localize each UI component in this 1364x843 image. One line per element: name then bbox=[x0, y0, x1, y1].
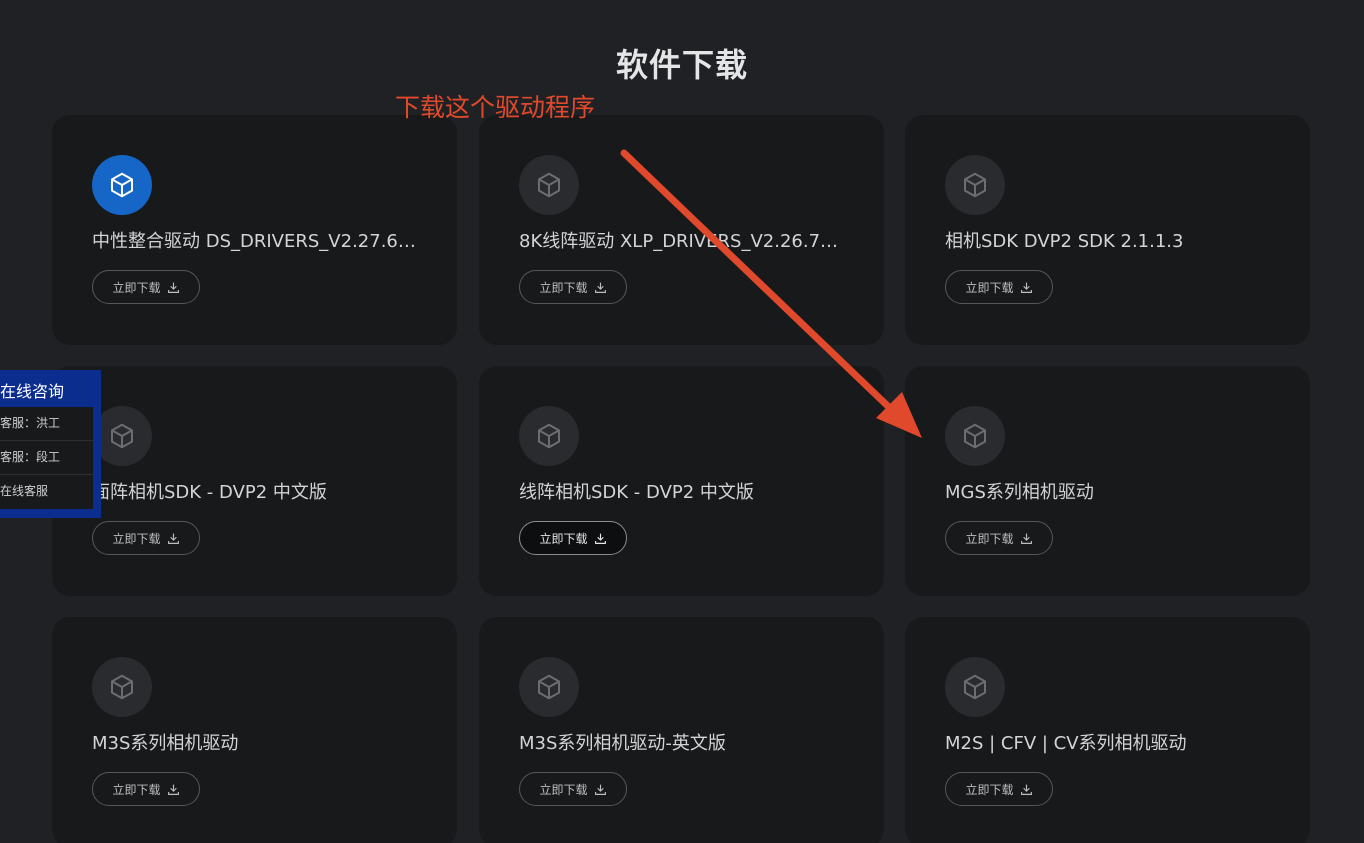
cube-icon bbox=[519, 155, 579, 215]
card-title: M3S系列相机驱动-英文版 bbox=[519, 733, 726, 754]
cube-icon bbox=[519, 406, 579, 466]
cube-icon bbox=[92, 406, 152, 466]
card-title: 线阵相机SDK - DVP2 中文版 bbox=[519, 482, 754, 503]
consult-item-online[interactable]: 在线客服 bbox=[0, 475, 93, 508]
download-card: M3S系列相机驱动-英文版 立即下载 bbox=[479, 617, 884, 843]
download-icon bbox=[1020, 784, 1032, 795]
online-consult-title: 在线咨询 bbox=[0, 382, 65, 401]
download-card: M2S | CFV | CV系列相机驱动 立即下载 bbox=[905, 617, 1310, 843]
download-button[interactable]: 立即下载 bbox=[519, 270, 627, 304]
download-button-label: 立即下载 bbox=[539, 531, 588, 546]
download-icon bbox=[1020, 533, 1032, 544]
download-button[interactable]: 立即下载 bbox=[945, 772, 1053, 806]
download-button-label: 立即下载 bbox=[965, 280, 1014, 295]
cube-icon bbox=[519, 657, 579, 717]
download-icon bbox=[167, 282, 179, 293]
download-icon bbox=[594, 784, 606, 795]
card-title: M2S | CFV | CV系列相机驱动 bbox=[945, 733, 1187, 754]
card-title: 面阵相机SDK - DVP2 中文版 bbox=[92, 482, 327, 503]
card-title: 相机SDK DVP2 SDK 2.1.1.3 bbox=[945, 231, 1184, 252]
cube-icon bbox=[92, 155, 152, 215]
download-page: 软件下载 中性整合驱动 DS_DRIVERS_V2.27.6… 立即下载 8K线… bbox=[0, 0, 1364, 843]
download-button-label: 立即下载 bbox=[965, 782, 1014, 797]
download-button[interactable]: 立即下载 bbox=[92, 772, 200, 806]
download-button-label: 立即下载 bbox=[965, 531, 1014, 546]
download-button-label: 立即下载 bbox=[539, 782, 588, 797]
download-card: 面阵相机SDK - DVP2 中文版 立即下载 bbox=[52, 366, 457, 596]
cube-icon bbox=[945, 657, 1005, 717]
download-card: MGS系列相机驱动 立即下载 bbox=[905, 366, 1310, 596]
page-title: 软件下载 bbox=[615, 46, 748, 84]
card-title: 8K线阵驱动 XLP_DRIVERS_V2.26.7… bbox=[519, 231, 839, 252]
download-button-label: 立即下载 bbox=[112, 531, 161, 546]
download-icon bbox=[594, 282, 606, 293]
download-button[interactable]: 立即下载 bbox=[92, 270, 200, 304]
download-card: 8K线阵驱动 XLP_DRIVERS_V2.26.7… 立即下载 bbox=[479, 115, 884, 345]
download-icon bbox=[594, 533, 606, 544]
consult-item-duan[interactable]: 客服：段工 bbox=[0, 441, 93, 475]
cube-icon bbox=[945, 406, 1005, 466]
download-card: M3S系列相机驱动 立即下载 bbox=[52, 617, 457, 843]
download-card: 中性整合驱动 DS_DRIVERS_V2.27.6… 立即下载 bbox=[52, 115, 457, 345]
card-title: MGS系列相机驱动 bbox=[945, 482, 1094, 503]
online-consult-panel: 在线咨询 客服：洪工 客服：段工 在线客服 bbox=[0, 370, 101, 518]
card-title: M3S系列相机驱动 bbox=[92, 733, 239, 754]
download-button-label: 立即下载 bbox=[112, 782, 161, 797]
download-button[interactable]: 立即下载 bbox=[945, 270, 1053, 304]
download-icon bbox=[1020, 282, 1032, 293]
download-card: 相机SDK DVP2 SDK 2.1.1.3 立即下载 bbox=[905, 115, 1310, 345]
download-card: 线阵相机SDK - DVP2 中文版 立即下载 bbox=[479, 366, 884, 596]
annotation-text: 下载这个驱动程序 bbox=[395, 93, 596, 122]
download-button[interactable]: 立即下载 bbox=[519, 772, 627, 806]
card-title: 中性整合驱动 DS_DRIVERS_V2.27.6… bbox=[92, 231, 416, 252]
download-button[interactable]: 立即下载 bbox=[519, 521, 627, 555]
consult-item-hong[interactable]: 客服：洪工 bbox=[0, 407, 93, 441]
consult-list: 客服：洪工 客服：段工 在线客服 bbox=[0, 407, 93, 509]
download-button-label: 立即下载 bbox=[539, 280, 588, 295]
download-button[interactable]: 立即下载 bbox=[945, 521, 1053, 555]
download-button[interactable]: 立即下载 bbox=[92, 521, 200, 555]
cube-icon bbox=[92, 657, 152, 717]
download-icon bbox=[167, 533, 179, 544]
download-icon bbox=[167, 784, 179, 795]
download-button-label: 立即下载 bbox=[112, 280, 161, 295]
cube-icon bbox=[945, 155, 1005, 215]
